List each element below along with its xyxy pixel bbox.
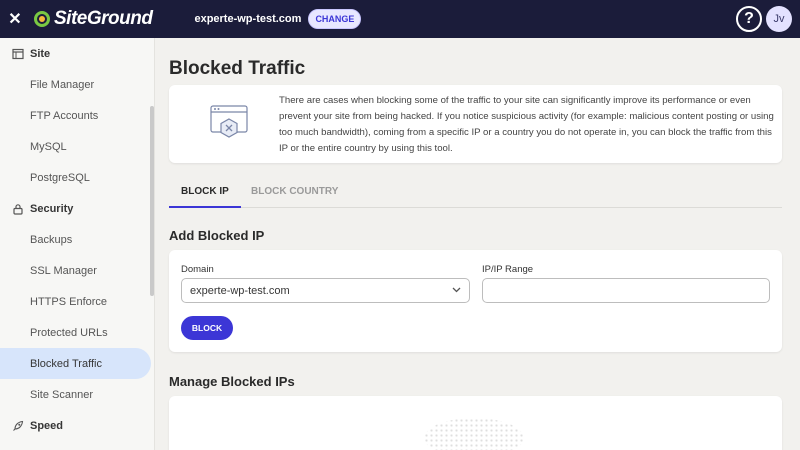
top-bar: ✕ SiteGround experte-wp-test.com CHANGE … [0,0,800,38]
sidebar-section-speed[interactable]: Speed [0,410,154,441]
sidebar-item-ftp-accounts[interactable]: FTP Accounts [0,100,154,131]
blocked-ips-list [169,396,782,450]
sidebar-item-file-manager[interactable]: File Manager [0,69,154,100]
sidebar-item-site-scanner[interactable]: Site Scanner [0,379,154,410]
sidebar-section-label: Site [30,47,51,60]
help-icon[interactable]: ? [736,6,762,32]
add-blocked-ip-form: Domain experte-wp-test.com IP/IP Range B… [169,250,782,352]
site-icon [12,48,24,60]
sidebar-item-https-enforce[interactable]: HTTPS Enforce [0,286,154,317]
site-name: experte-wp-test.com [194,13,302,25]
rocket-icon [12,420,24,432]
page-title: Blocked Traffic [169,58,306,79]
sidebar-section-label: Speed [30,419,64,432]
empty-state-illustration [424,418,524,450]
change-site-button[interactable]: CHANGE [308,9,362,29]
siteground-logo[interactable]: SiteGround [34,8,153,30]
sidebar-item-mysql[interactable]: MySQL [0,131,154,162]
ip-range-label: IP/IP Range [482,264,534,275]
sidebar-section-site[interactable]: Site [0,38,154,69]
sidebar-item-postgresql[interactable]: PostgreSQL [0,162,154,193]
domain-select[interactable]: experte-wp-test.com [181,278,470,303]
sidebar-item-blocked-traffic[interactable]: Blocked Traffic [0,348,151,379]
logo-mark-icon [34,11,50,27]
block-button[interactable]: BLOCK [181,316,233,340]
sidebar-item-ssl-manager[interactable]: SSL Manager [0,255,154,286]
sidebar-item-backups[interactable]: Backups [0,224,154,255]
manage-blocked-ips-heading: Manage Blocked IPs [169,374,295,389]
sidebar-section-security[interactable]: Security [0,193,154,224]
main-content: Blocked Traffic There are cases when blo… [155,38,800,450]
sidebar-section-label: Security [30,202,74,215]
close-icon[interactable]: ✕ [0,0,30,38]
chevron-down-icon [452,285,461,296]
domain-label: Domain [181,264,214,275]
blocked-browser-icon [210,105,250,143]
sidebar-item-protected-urls[interactable]: Protected URLs [0,317,154,348]
ip-range-input[interactable] [482,278,770,303]
avatar[interactable]: Jv [766,6,792,32]
tab-block-country[interactable]: BLOCK COUNTRY [239,180,350,208]
domain-select-value: experte-wp-test.com [190,285,290,297]
tab-bar: BLOCK IP BLOCK COUNTRY [169,180,782,208]
info-card: There are cases when blocking some of th… [169,85,782,163]
add-blocked-ip-heading: Add Blocked IP [169,228,265,243]
sidebar-scrollbar[interactable] [150,106,154,296]
lock-icon [12,203,24,215]
logo-text: SiteGround [54,8,153,29]
sidebar: Site File Manager FTP Accounts MySQL Pos… [0,38,155,450]
tab-block-ip[interactable]: BLOCK IP [169,180,241,208]
info-description: There are cases when blocking some of th… [279,95,774,154]
